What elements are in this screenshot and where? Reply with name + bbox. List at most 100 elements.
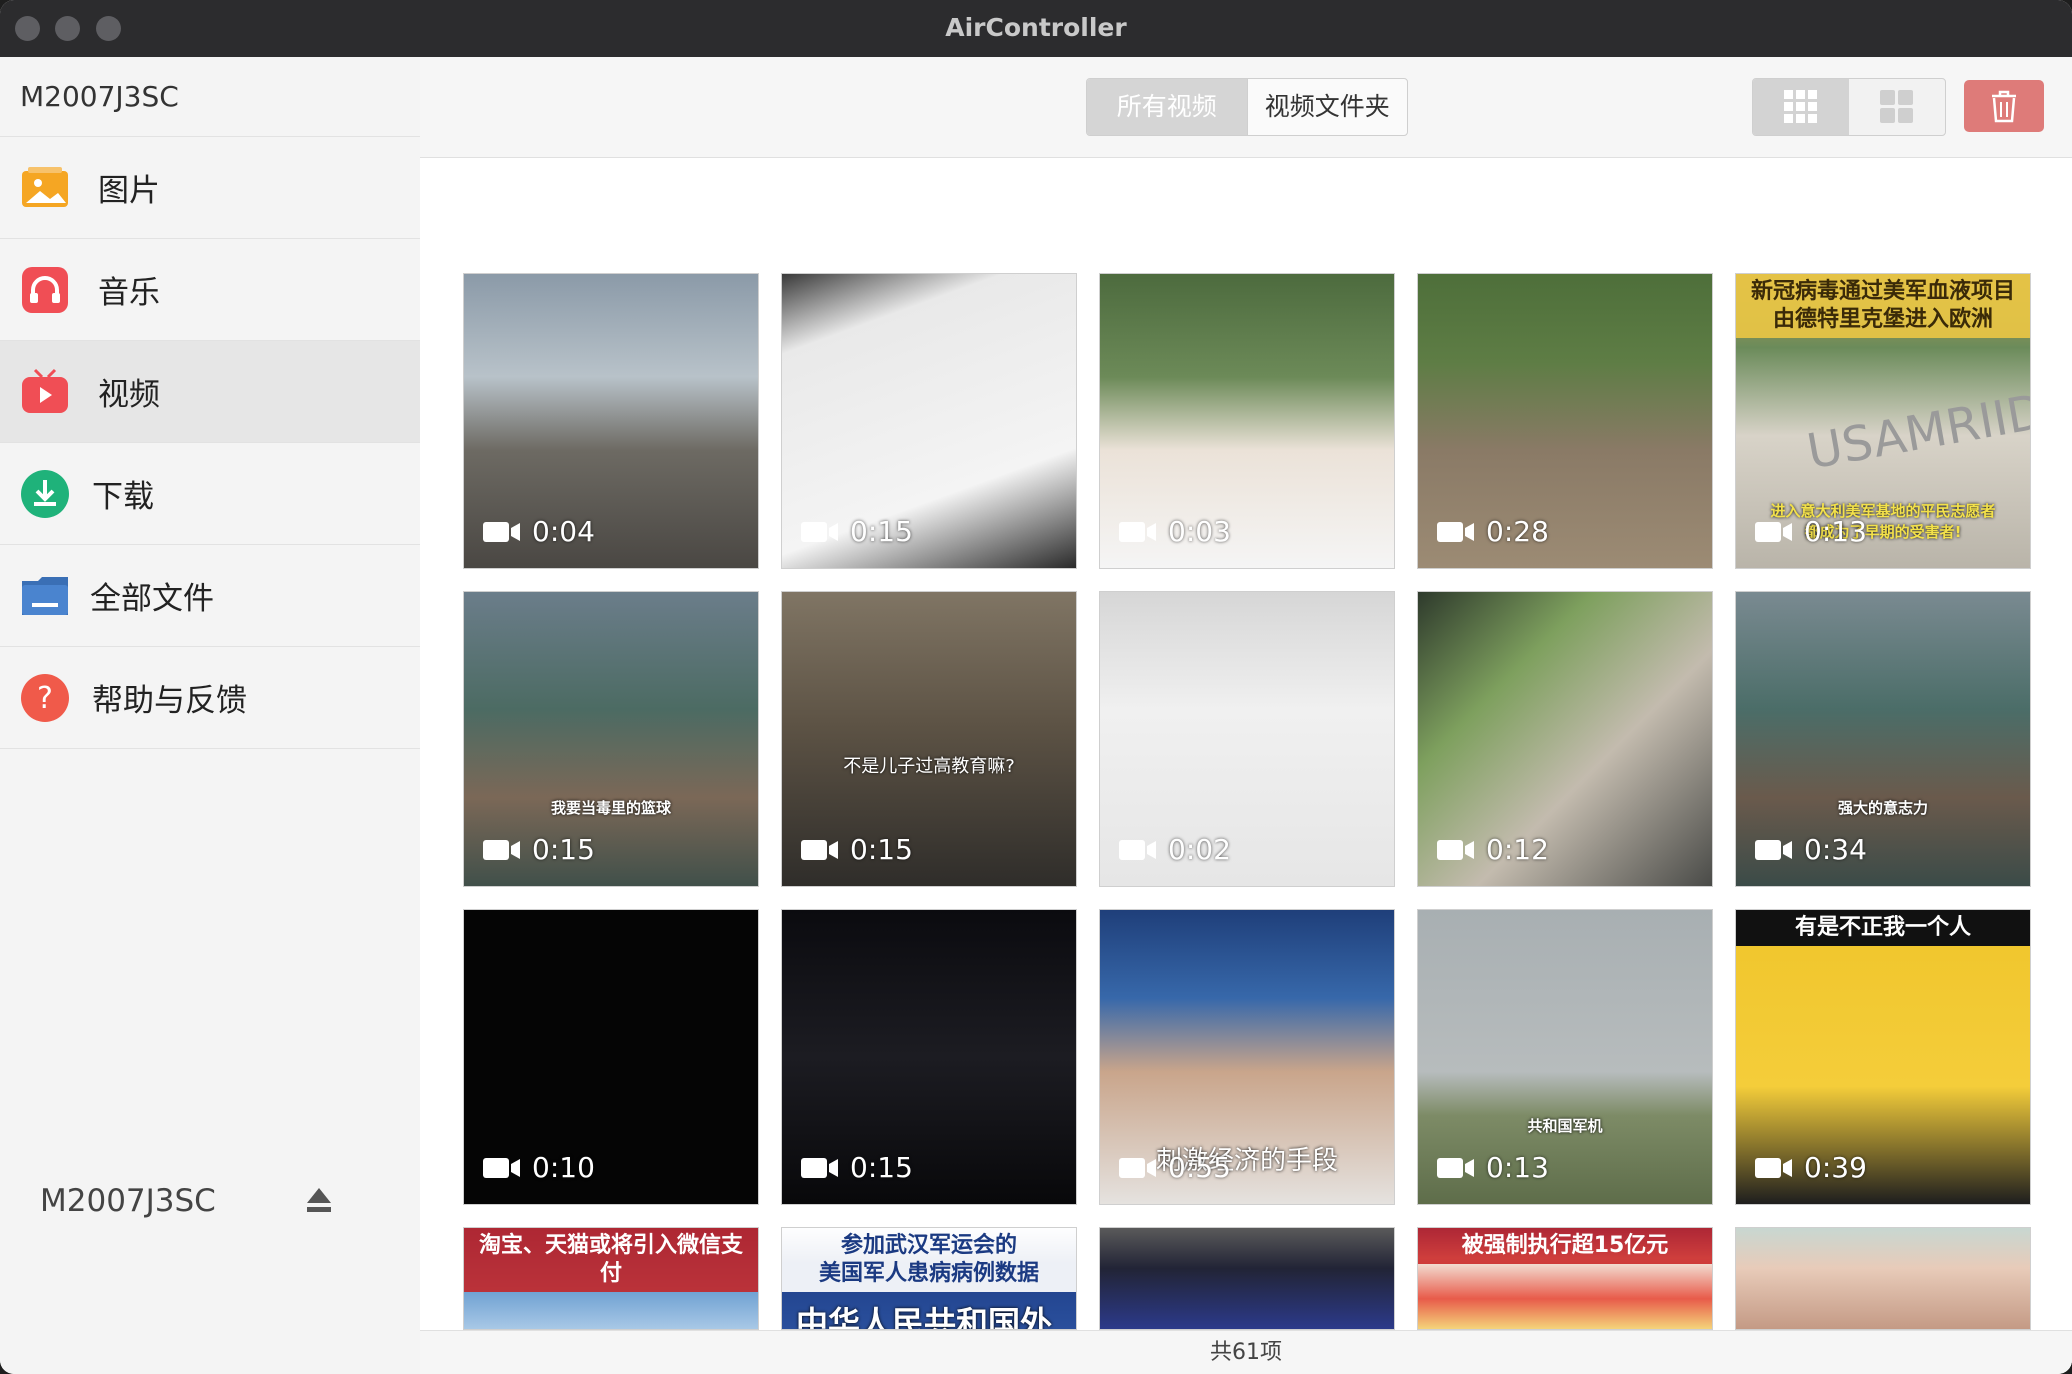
mosaic-view-button[interactable]	[1849, 79, 1945, 135]
video-duration: 0:02	[1118, 833, 1231, 866]
video-thumbnail[interactable]: 我要当毒里的篮球 0:15	[463, 591, 759, 887]
video-camera-icon	[1119, 1157, 1156, 1178]
app-window: AirController M2007J3SC 图片 音乐 视频 下载 全部文件…	[0, 0, 2072, 1374]
sidebar-item-label: 视频	[98, 377, 160, 413]
trash-icon	[1992, 90, 2016, 123]
video-duration: 0:10	[482, 1151, 595, 1184]
sidebar-item-images[interactable]: 图片	[0, 137, 420, 239]
video-thumbnail[interactable]: 有是不正我一个人 0:39	[1735, 909, 2031, 1205]
title-bar: AirController	[0, 0, 2072, 58]
device-name: M2007J3SC	[0, 57, 420, 137]
video-camera-icon	[483, 839, 520, 860]
delete-button[interactable]	[1964, 80, 2044, 132]
video-duration: 0:39	[1754, 1151, 1867, 1184]
video-thumbnail[interactable]: 0:03	[1099, 273, 1395, 569]
video-thumbnail[interactable]: 新冠病毒通过美军血液项目 由德特里克堡进入欧洲 USAMRIID 进入意大利美军基地…	[1735, 273, 2031, 569]
window-title: AirController	[945, 13, 1127, 42]
video-thumbnail[interactable]: 共和国军机 0:13	[1417, 909, 1713, 1205]
grid-view-button[interactable]	[1753, 79, 1849, 135]
video-thumbnail[interactable]: 0:28	[1417, 273, 1713, 569]
video-duration-label: 0:15	[532, 833, 595, 866]
image-icon	[22, 167, 68, 207]
video-camera-icon	[483, 521, 520, 542]
video-camera-icon	[1119, 839, 1156, 860]
tab-video-folders[interactable]: 视频文件夹	[1248, 79, 1408, 135]
svg-text:?: ?	[37, 681, 53, 716]
sidebar-item-help-feedback[interactable]: ? 帮助与反馈	[0, 647, 420, 749]
video-thumbnail[interactable]: 不是儿子过高教育嘛? 0:15	[781, 591, 1077, 887]
video-duration-label: 0:39	[1804, 1151, 1867, 1184]
sidebar-item-label: 图片	[98, 173, 160, 209]
video-caption-top: 有是不正我一个人	[1736, 910, 2030, 946]
video-camera-icon	[1119, 521, 1156, 542]
video-thumbnail[interactable]: 0:15	[781, 909, 1077, 1205]
video-thumbnail[interactable]: 强大的意志力 0:34	[1735, 591, 2031, 887]
video-duration: 0:15	[800, 833, 913, 866]
video-duration-label: 0:28	[1486, 515, 1549, 548]
sidebar-item-music[interactable]: 音乐	[0, 239, 420, 341]
video-duration-label: 0:03	[1168, 515, 1231, 548]
view-mode-toggle	[1752, 78, 1946, 136]
video-caption-bottom: 共和国军机	[1527, 1117, 1603, 1135]
video-camera-icon	[1437, 521, 1474, 542]
video-thumbnail[interactable]	[1735, 1227, 2031, 1330]
video-camera-icon	[1755, 1157, 1792, 1178]
video-duration-label: 0:55	[1168, 1151, 1231, 1184]
video-camera-icon	[1755, 521, 1792, 542]
mosaic-icon	[1880, 90, 1913, 123]
video-duration: 0:03	[1118, 515, 1231, 548]
video-camera-icon	[801, 521, 838, 542]
sidebar-item-label: 下载	[92, 479, 154, 515]
sidebar-item-label: 帮助与反馈	[92, 683, 247, 719]
sidebar: M2007J3SC 图片 音乐 视频 下载 全部文件 ? 帮助与反馈 M2007…	[0, 57, 421, 1374]
video-duration: 0:15	[482, 833, 595, 866]
video-duration: 0:13	[1436, 1151, 1549, 1184]
video-thumbnail[interactable]	[1099, 1227, 1395, 1330]
device-name-bottom: M2007J3SC	[40, 1183, 216, 1219]
video-duration-label: 0:13	[1486, 1151, 1549, 1184]
video-duration: 0:04	[482, 515, 595, 548]
video-thumbnail[interactable]: 参加武汉军运会的 美国军人患病病例数据中华人民共和国外Ministry of F…	[781, 1227, 1077, 1330]
video-duration-label: 0:15	[850, 833, 913, 866]
video-caption-top: 淘宝、天猫或将引入微信支付	[464, 1228, 758, 1292]
sidebar-item-all-files[interactable]: 全部文件	[0, 545, 420, 647]
video-sign-text: USAMRIID	[1802, 383, 2031, 481]
video-caption-bottom: 强大的意志力	[1837, 799, 1928, 817]
video-tab-switcher: 所有视频 视频文件夹	[1086, 78, 1408, 136]
video-thumbnail[interactable]: 被强制执行超15亿元	[1417, 1227, 1713, 1330]
toolbar: 所有视频 视频文件夹	[420, 57, 2072, 158]
video-thumbnail[interactable]: 0:10	[463, 909, 759, 1205]
sidebar-item-label: 音乐	[98, 275, 160, 311]
folder-icon	[22, 577, 68, 615]
eject-icon[interactable]	[305, 1185, 333, 1215]
video-camera-icon	[1755, 839, 1792, 860]
video-duration-label: 0:13	[1804, 515, 1867, 548]
video-grid: 0:04 0:15 0:03 0:28 新冠病毒通过美军血液项目 由德特里克堡进入欧洲 U…	[420, 158, 2072, 1330]
video-duration: 0:12	[1436, 833, 1549, 866]
video-thumbnail[interactable]: 淘宝、天猫或将引入微信支付	[463, 1227, 759, 1330]
video-duration-label: 0:12	[1486, 833, 1549, 866]
video-thumbnail[interactable]: 0:02	[1099, 591, 1395, 887]
video-camera-icon	[1437, 839, 1474, 860]
video-thumbnail[interactable]: 0:15	[781, 273, 1077, 569]
video-duration: 0:55	[1118, 1151, 1231, 1184]
main-content: 所有视频 视频文件夹 0:04 0:15 0:03 0:28 新冠病毒通过美军血…	[420, 57, 2072, 1374]
question-icon: ?	[21, 674, 69, 722]
video-duration: 0:34	[1754, 833, 1867, 866]
video-thumbnail[interactable]: 刺激经济的手段 0:55	[1099, 909, 1395, 1205]
video-thumbnail[interactable]: 0:04	[463, 273, 759, 569]
sidebar-item-downloads[interactable]: 下载	[0, 443, 420, 545]
video-camera-icon	[483, 1157, 520, 1178]
video-duration: 0:13	[1754, 515, 1867, 548]
video-duration: 0:15	[800, 515, 913, 548]
sidebar-item-videos[interactable]: 视频	[0, 341, 420, 443]
tab-all-videos[interactable]: 所有视频	[1087, 79, 1248, 135]
video-camera-icon	[801, 1157, 838, 1178]
video-caption: 不是儿子过高教育嘛?	[843, 756, 1015, 777]
connected-device[interactable]: M2007J3SC	[0, 1173, 420, 1233]
video-thumbnail[interactable]: 0:12	[1417, 591, 1713, 887]
tv-icon	[22, 368, 68, 413]
video-banner-text: 中华人民共和国外	[796, 1304, 1053, 1330]
video-camera-icon	[801, 839, 838, 860]
video-duration-label: 0:15	[850, 1151, 913, 1184]
